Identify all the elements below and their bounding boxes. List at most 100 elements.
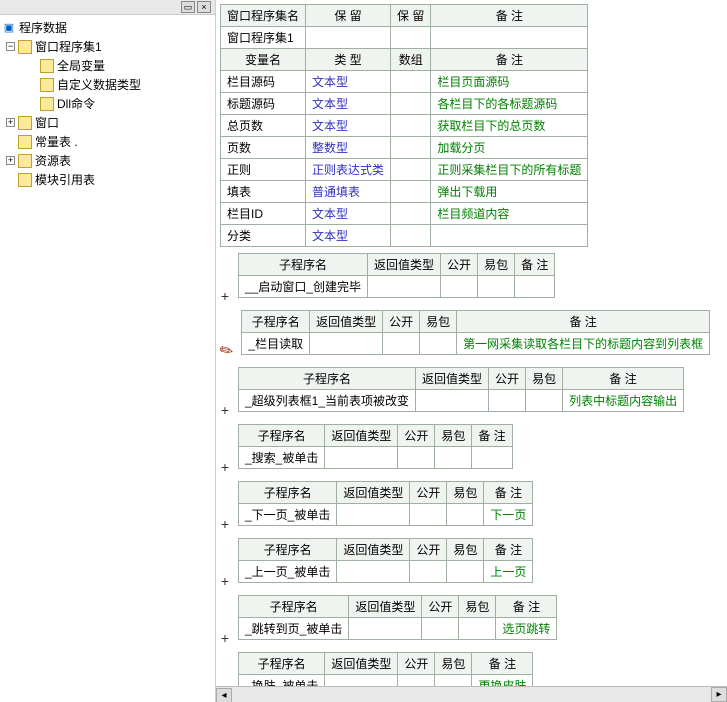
cell[interactable]: 下一页 (484, 504, 533, 526)
cell[interactable]: 分类 (221, 225, 306, 247)
tree-node[interactable]: 全局变量 (2, 57, 213, 74)
tree-node[interactable]: +资源表 (2, 152, 213, 169)
table-row[interactable]: _跳转到页_被单击 选页跳转 (239, 618, 557, 640)
cell[interactable]: 栏目源码 (221, 71, 306, 93)
cell[interactable]: 文本型 (306, 203, 391, 225)
cell[interactable] (337, 561, 410, 583)
table-row[interactable]: 填表普通填表 弹出下载用 (221, 181, 588, 203)
cell[interactable] (391, 71, 431, 93)
cell[interactable]: 选页跳转 (496, 618, 557, 640)
cell[interactable] (478, 276, 515, 298)
tree-root[interactable]: ▣ 程序数据 (2, 19, 213, 36)
cell[interactable]: _跳转到页_被单击 (239, 618, 349, 640)
cell[interactable]: 列表中标题内容输出 (563, 390, 684, 412)
cell[interactable] (422, 618, 459, 640)
cell[interactable] (398, 447, 435, 469)
cell[interactable] (368, 276, 441, 298)
cell[interactable] (435, 447, 472, 469)
cell[interactable]: 页数 (221, 137, 306, 159)
scroll-right-icon[interactable]: ▸ (711, 687, 727, 702)
close-button[interactable]: × (197, 1, 211, 13)
table-row[interactable]: _上一页_被单击 上一页 (239, 561, 533, 583)
cell[interactable] (472, 447, 512, 469)
table-row[interactable]: _栏目读取第一网采集读取各栏目下的标题内容到列表框 (242, 333, 710, 355)
table-row[interactable]: 页数整数型加载分页 (221, 137, 588, 159)
cell[interactable] (391, 93, 431, 115)
cell[interactable]: 文本型 (306, 71, 391, 93)
expander-icon[interactable]: − (6, 42, 15, 51)
minimize-button[interactable]: ▭ (181, 1, 195, 13)
expander-icon[interactable]: + (6, 118, 15, 127)
cell[interactable]: 文本型 (306, 225, 391, 247)
cell[interactable]: 栏目页面源码 (431, 71, 588, 93)
cell[interactable]: 文本型 (306, 115, 391, 137)
cell[interactable]: 整数型 (306, 137, 391, 159)
horizontal-scrollbar[interactable]: ◂ ▸ (216, 686, 727, 702)
expand-icon[interactable]: + (220, 459, 230, 475)
expand-icon[interactable]: + (220, 516, 230, 532)
cell[interactable]: 上一页 (484, 561, 533, 583)
cell[interactable]: _搜索_被单击 (239, 447, 325, 469)
cell[interactable]: 各栏目下的各标题源码 (431, 93, 588, 115)
cell[interactable]: _上一页_被单击 (239, 561, 337, 583)
cell[interactable]: __启动窗口_创建完毕 (239, 276, 368, 298)
cell[interactable]: _下一页_被单击 (239, 504, 337, 526)
cell[interactable]: 栏目ID (221, 203, 306, 225)
cell[interactable] (337, 504, 410, 526)
cell[interactable] (391, 159, 431, 181)
table-row[interactable]: 标题源码文本型 各栏目下的各标题源码 (221, 93, 588, 115)
expand-icon[interactable]: + (220, 573, 230, 589)
cell[interactable] (416, 390, 489, 412)
cell[interactable]: 获取栏目下的总页数 (431, 115, 588, 137)
cell[interactable] (526, 390, 563, 412)
table-row[interactable]: 窗口程序集1 (221, 27, 588, 49)
tree-node[interactable]: +窗口 (2, 114, 213, 131)
cell[interactable] (391, 225, 431, 247)
cell[interactable]: 正则 (221, 159, 306, 181)
cell[interactable] (447, 504, 484, 526)
table-row[interactable]: __启动窗口_创建完毕 (239, 276, 555, 298)
cell[interactable] (391, 137, 431, 159)
cell[interactable]: _超级列表框1_当前表项被改变 (239, 390, 416, 412)
cell[interactable]: 正则采集栏目下的所有标题 (431, 159, 588, 181)
cell[interactable] (325, 447, 398, 469)
cell[interactable]: 普通填表 (306, 181, 391, 203)
cell[interactable]: 弹出下载用 (431, 181, 588, 203)
cell[interactable]: 第一网采集读取各栏目下的标题内容到列表框 (457, 333, 710, 355)
cell[interactable] (410, 504, 447, 526)
cell[interactable] (447, 561, 484, 583)
expand-icon[interactable]: + (220, 288, 230, 304)
table-row[interactable]: _搜索_被单击 (239, 447, 513, 469)
table-row[interactable]: 分类文本型 (221, 225, 588, 247)
cell[interactable] (310, 333, 383, 355)
table-row[interactable]: 正则正则表达式类 正则采集栏目下的所有标题 (221, 159, 588, 181)
cell[interactable] (515, 276, 555, 298)
cell[interactable] (391, 115, 431, 137)
tree-node[interactable]: 常量表 . (2, 133, 213, 150)
cell[interactable]: 标题源码 (221, 93, 306, 115)
cell[interactable]: 文本型 (306, 93, 391, 115)
cell[interactable]: 栏目频道内容 (431, 203, 588, 225)
expand-icon[interactable]: + (220, 402, 230, 418)
cell[interactable] (431, 225, 588, 247)
cell[interactable] (391, 203, 431, 225)
cell[interactable] (420, 333, 457, 355)
table-row[interactable]: 总页数文本型 获取栏目下的总页数 (221, 115, 588, 137)
expand-icon[interactable]: + (220, 630, 230, 646)
table-row[interactable]: 栏目ID文本型 栏目频道内容 (221, 203, 588, 225)
cell[interactable] (410, 561, 447, 583)
table-row[interactable]: _超级列表框1_当前表项被改变 列表中标题内容输出 (239, 390, 684, 412)
cell[interactable] (441, 276, 478, 298)
tree-node[interactable]: 模块引用表 (2, 171, 213, 188)
cell[interactable] (459, 618, 496, 640)
expander-icon[interactable]: + (6, 156, 15, 165)
cell[interactable] (349, 618, 422, 640)
tree-node[interactable]: 自定义数据类型 (2, 76, 213, 93)
tree-node[interactable]: −窗口程序集1 (2, 38, 213, 55)
cell[interactable]: 总页数 (221, 115, 306, 137)
cell[interactable]: 填表 (221, 181, 306, 203)
cell[interactable]: 正则表达式类 (306, 159, 391, 181)
table-row[interactable]: _下一页_被单击 下一页 (239, 504, 533, 526)
table-row[interactable]: 栏目源码文本型 栏目页面源码 (221, 71, 588, 93)
cell[interactable]: 窗口程序集1 (221, 27, 306, 49)
